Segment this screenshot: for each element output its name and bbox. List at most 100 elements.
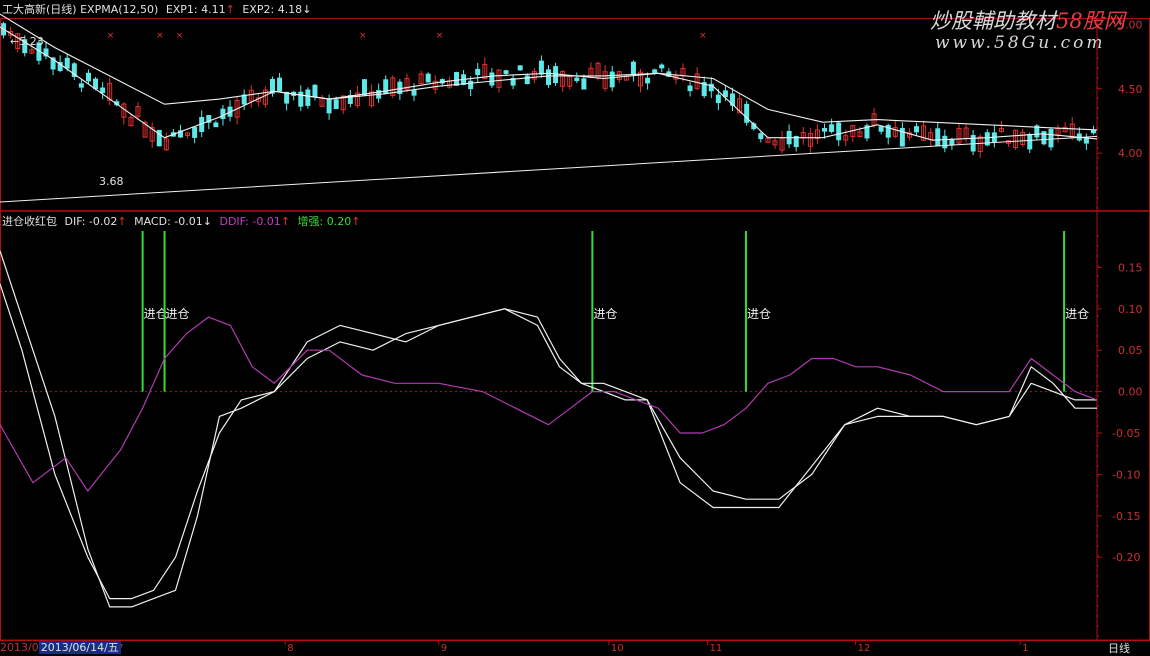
candle-body: [213, 122, 219, 128]
candle-body: [659, 64, 665, 69]
candle-body: [468, 80, 474, 90]
indicator-tick-label: -0.20: [1112, 551, 1140, 564]
signal-marker: ×: [359, 31, 367, 41]
candle-body: [361, 79, 367, 96]
watermark-brand: 58股网: [1056, 9, 1125, 33]
candle: [517, 65, 523, 71]
macd-value: -0.01: [174, 215, 203, 228]
candle-body: [277, 77, 283, 92]
exp2-label: EXP2:: [242, 3, 275, 16]
candle-body: [574, 77, 580, 82]
candle-body: [85, 72, 91, 82]
indicator-title: 进仓收红包: [2, 215, 57, 228]
signal-marker: ×: [107, 31, 115, 41]
candle-body: [220, 108, 226, 120]
candle: [305, 87, 311, 109]
watermark-line1: 炒股輔助教材58股网: [930, 5, 1125, 35]
indicator-tick-label: -0.05: [1112, 427, 1140, 440]
indicator-panel-header: 进仓收红包 DIF: -0.02↑ MACD: -0.01↓ DDIF: -0.…: [2, 213, 360, 229]
candle-body: [192, 126, 198, 138]
candle-body: [630, 61, 636, 75]
signal-marker: ×: [699, 31, 707, 41]
indicator-tick-label: 0.15: [1118, 261, 1143, 274]
stock-chart: × × × × × × 进仓进仓 进仓 进仓 进仓 5.004.504.000.150.100.…: [0, 0, 1150, 652]
watermark-url: www.58Gu.com: [935, 33, 1106, 53]
candle-body: [942, 135, 948, 149]
candle-body: [949, 139, 955, 146]
month-label: 9: [441, 643, 447, 652]
low-price-label: 3.68: [99, 175, 124, 188]
ddif-arrow-icon: ↑: [280, 215, 291, 228]
candle-body: [836, 122, 842, 141]
price-panel-header: 工大高新(日线) EXPMA(12,50) EXP1: 4.11↑ EXP2: …: [2, 1, 311, 17]
price-tick-label: 4.00: [1118, 147, 1143, 160]
candle-body: [581, 78, 587, 90]
indicator-name: EXPMA(12,50): [80, 3, 159, 16]
candle-body: [284, 91, 290, 104]
candle-body: [305, 89, 311, 106]
candle-body: [489, 72, 495, 86]
zq-value: 0.20: [326, 215, 352, 228]
candle-body: [333, 99, 339, 110]
dif-arrow-icon: ↑: [117, 215, 127, 228]
signal-marker: ×: [176, 31, 184, 41]
candle-body: [822, 128, 828, 132]
date-fragment: 2013/0: [0, 641, 39, 654]
indicator-tick-label: 0.10: [1118, 303, 1143, 316]
month-label: 12: [858, 643, 871, 652]
indicator-tick-label: 0.05: [1118, 344, 1143, 357]
watermark-main: 炒股輔助教材: [930, 9, 1056, 33]
candle: [453, 71, 459, 86]
candle-body: [1048, 128, 1054, 148]
candle-body: [546, 69, 551, 85]
signal-marker: ×: [156, 31, 164, 41]
price-tick-label: 4.50: [1118, 83, 1143, 96]
high-price-label: ←5.23: [10, 35, 44, 48]
exp1-arrow-icon: ↑: [225, 3, 235, 16]
indicator-tick-label: -0.10: [1112, 468, 1140, 481]
candle-body: [914, 126, 920, 133]
candle-body: [935, 128, 941, 147]
indicator-tick-label: 0.00: [1118, 386, 1143, 399]
signal-label: 进仓: [593, 307, 617, 321]
candle-body: [715, 94, 721, 104]
macd-label: MACD:: [134, 215, 171, 228]
zq-label: 增强:: [297, 215, 324, 228]
current-date[interactable]: 2013/06/14/五: [38, 641, 121, 654]
candle-body: [241, 94, 247, 105]
month-label: 1: [1022, 643, 1028, 652]
stock-name: 工大高新(日线): [2, 3, 77, 16]
candle: [425, 72, 431, 83]
signal-label: 进仓: [747, 307, 771, 321]
macd-arrow-icon: ↓: [202, 215, 212, 228]
zq-arrow-icon: ↑: [351, 215, 361, 228]
exp2-value: 4.18: [277, 3, 303, 16]
low-price-value: 3.68: [99, 175, 124, 188]
candle-body: [64, 57, 70, 69]
candle-body: [878, 126, 884, 132]
candle-body: [298, 91, 304, 107]
indicator-tick-label: -0.15: [1112, 510, 1140, 523]
candle-body: [326, 98, 332, 114]
candle-body: [652, 69, 658, 74]
high-price-value: 5.23: [19, 35, 44, 48]
period-label[interactable]: 日线: [1108, 640, 1130, 656]
month-label: 10: [611, 643, 624, 652]
candle-body: [78, 83, 84, 88]
candle-body: [100, 87, 106, 94]
candle-body: [609, 71, 615, 88]
candle-body: [829, 124, 835, 132]
candle-body: [1090, 129, 1096, 134]
candle-body: [758, 133, 764, 140]
candle-body: [503, 70, 509, 75]
candle-body: [411, 89, 417, 96]
exp1-label: EXP1:: [165, 3, 198, 16]
candle-body: [524, 75, 530, 85]
dif-label: DIF:: [64, 215, 86, 228]
candle-body: [425, 73, 431, 83]
candle-body: [538, 60, 544, 75]
ddif-value: -0.01: [252, 215, 281, 228]
candle-body: [453, 72, 459, 86]
candle-body: [93, 78, 99, 90]
month-label: 11: [710, 643, 723, 652]
